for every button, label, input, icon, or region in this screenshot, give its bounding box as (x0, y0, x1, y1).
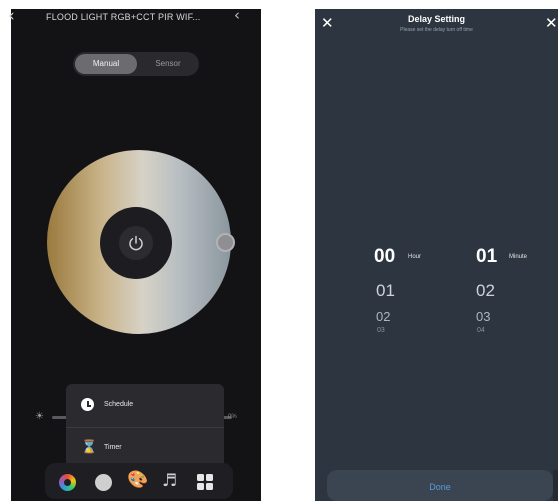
clock-hand (87, 405, 91, 407)
button-edge (553, 470, 558, 501)
hour-unit: Hour (408, 254, 422, 260)
music-icon[interactable]: ♬ (162, 471, 177, 491)
dialog-title: Delay Setting (407, 14, 465, 24)
schedule-label: Schedule (104, 401, 134, 408)
minute-unit: Minute (509, 254, 528, 260)
mode-segmented-control: Manual Sensor (73, 52, 199, 76)
minute-option[interactable]: 02 (476, 281, 495, 301)
color-wheel-center (64, 479, 71, 486)
back-icon[interactable]: ‹ (8, 6, 15, 26)
white-light-icon[interactable] (95, 474, 112, 491)
hour-option[interactable]: 03 (377, 327, 385, 334)
hour-option[interactable]: 02 (376, 309, 390, 324)
minute-selected[interactable]: 01 (476, 246, 497, 268)
hourglass-icon: ⌛ (81, 440, 98, 455)
wheel-handle[interactable] (216, 233, 235, 252)
timer-label: Timer (104, 444, 122, 451)
power-icon (129, 235, 143, 251)
palette-icon[interactable]: 🎨 (127, 470, 148, 490)
hour-selected[interactable]: 00 (374, 246, 395, 268)
minute-option[interactable]: 04 (477, 327, 485, 334)
brightness-value: 0% (228, 414, 237, 420)
tab-manual[interactable]: Manual (75, 54, 137, 74)
more-grid-icon[interactable] (197, 474, 213, 490)
hour-option[interactable]: 01 (376, 281, 395, 301)
dialog-subtitle: Please set the delay turn off time (400, 27, 473, 33)
minute-option[interactable]: 03 (476, 309, 490, 324)
device-title: FLOOD LIGHT RGB+CCT PIR WIF... (46, 12, 201, 22)
done-label: Done (429, 482, 451, 492)
sun-icon: ☀ (35, 411, 44, 422)
chevron-left-icon[interactable]: ‹ (234, 6, 240, 24)
tab-sensor[interactable]: Sensor (139, 54, 197, 74)
